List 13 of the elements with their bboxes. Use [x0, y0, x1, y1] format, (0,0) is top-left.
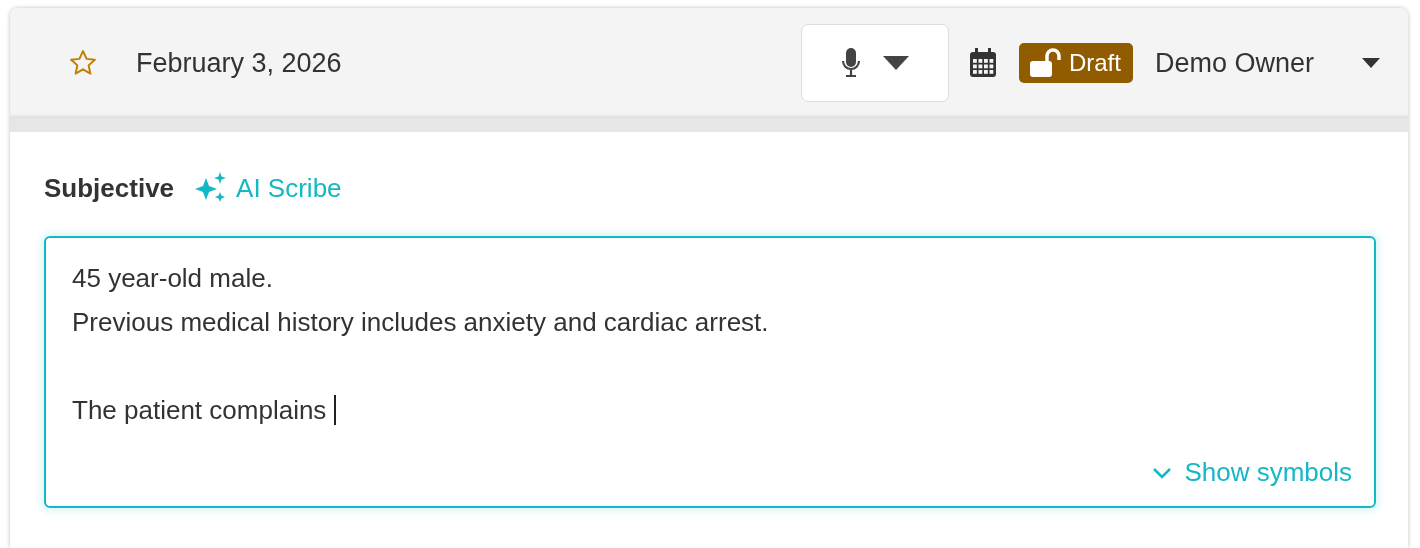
- caret-icon[interactable]: [1362, 58, 1380, 68]
- date-label: February 3, 2026: [136, 47, 342, 79]
- note-field[interactable]: 45 year-old male. Previous medical history includes anxiety and cardiac arrest. The patient complains Show symbols: [44, 236, 1376, 508]
- star-icon[interactable]: [68, 48, 98, 78]
- status-badge[interactable]: Draft: [1018, 43, 1133, 83]
- caret-icon: [882, 56, 909, 70]
- calendar-icon[interactable]: [968, 48, 997, 78]
- chevron-down-icon: [1152, 466, 1173, 479]
- dictation-button[interactable]: [800, 24, 949, 102]
- section-title: Subjective: [44, 172, 175, 204]
- microphone-icon: [840, 47, 861, 79]
- note-text: 45 year-old male. Previous medical history includes anxiety and cardiac arrest. The patient complains: [72, 262, 770, 427]
- owner-name: Demo Owner: [1154, 47, 1314, 79]
